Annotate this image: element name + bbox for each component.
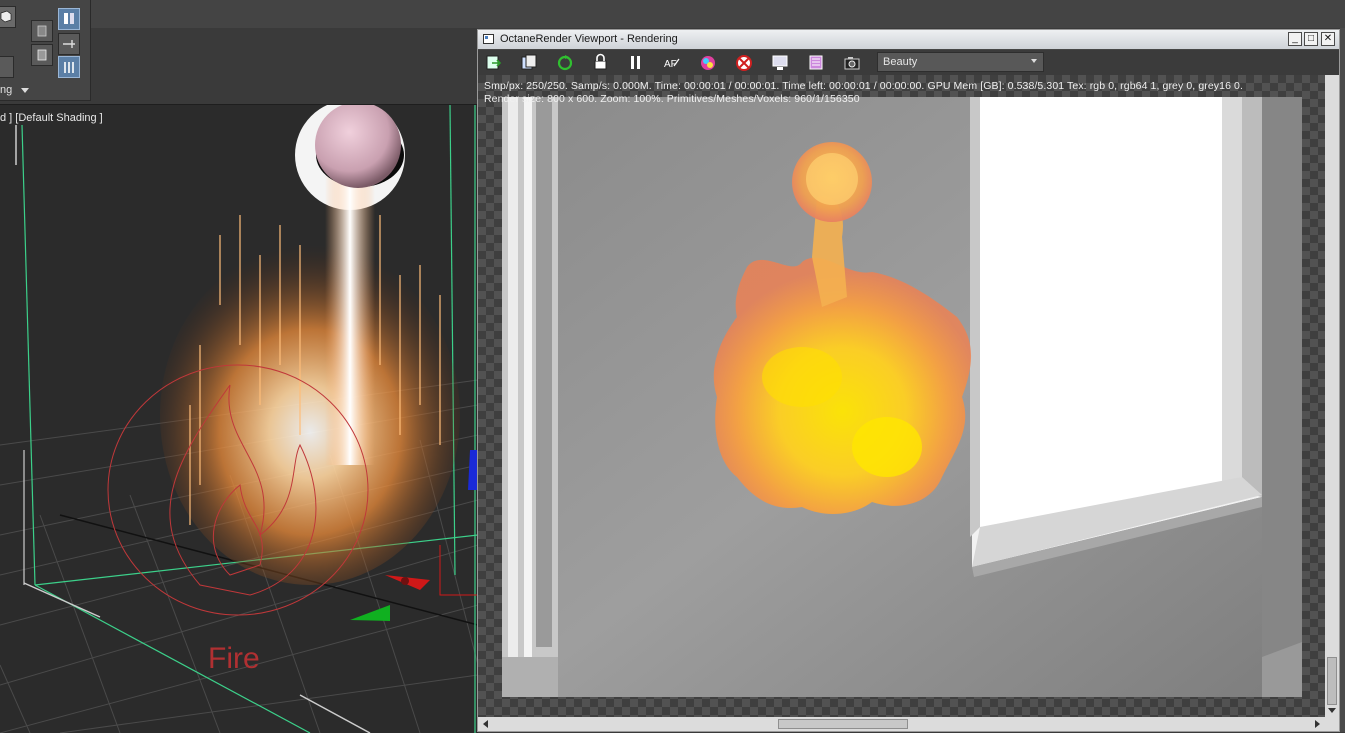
mirror-tool-button[interactable] xyxy=(31,20,53,42)
pause-render-button[interactable] xyxy=(626,53,646,72)
emitter-sphere xyxy=(315,105,401,188)
tool-button-2[interactable] xyxy=(0,56,14,78)
viewport-scene: Fire xyxy=(0,105,478,733)
color-picker-button[interactable] xyxy=(698,53,718,72)
left-door-frame xyxy=(502,97,558,697)
scroll-right-arrow-icon[interactable] xyxy=(1315,720,1320,728)
window-app-icon xyxy=(483,34,494,44)
max-right-edge xyxy=(1340,28,1345,732)
camera-button[interactable] xyxy=(842,53,862,72)
camera-icon xyxy=(844,57,860,70)
lock-render-button[interactable] xyxy=(591,53,611,72)
fire-gizmo-label: Fire xyxy=(208,642,260,675)
box-corner-bottom xyxy=(299,694,371,733)
maximize-icon: □ xyxy=(1307,33,1315,44)
minimize-icon: _ xyxy=(1292,33,1298,44)
maximize-button[interactable]: □ xyxy=(1304,32,1318,46)
vertical-scrollbar-thumb[interactable] xyxy=(1327,657,1337,705)
snap-toggle-button[interactable] xyxy=(58,8,80,30)
max-toolbar-panel: ng xyxy=(0,0,91,101)
chevron-down-icon xyxy=(1031,59,1037,63)
cube-tool-button[interactable] xyxy=(0,6,16,28)
render-pass-select[interactable]: Beauty xyxy=(877,52,1044,72)
clear-region-icon xyxy=(736,55,752,71)
restart-render-icon xyxy=(557,55,573,71)
lock-icon xyxy=(594,53,607,70)
octane-toolbar: AF Beauty xyxy=(478,50,1339,75)
auto-focus-button[interactable]: AF xyxy=(662,53,682,72)
chevron-down-icon xyxy=(21,87,30,93)
copy-to-clipboard-icon xyxy=(521,54,537,70)
render-stats-panel: Smp/px: 250/250. Samp/s: 0.000M. Time: 0… xyxy=(478,75,1325,107)
pin-icon xyxy=(63,40,75,48)
export-render-button[interactable] xyxy=(484,53,504,72)
clear-region-button[interactable] xyxy=(734,53,754,72)
shading-mode-label: ng xyxy=(0,84,13,96)
viewport-label[interactable]: d ] [Default Shading ] xyxy=(0,112,103,124)
restart-render-button[interactable] xyxy=(555,53,575,72)
window-titlebar[interactable]: OctaneRender Viewport - Rendering _ □ ✕ xyxy=(478,30,1339,49)
max-perspective-viewport[interactable]: Fire d ] [Default Shading ] xyxy=(0,104,478,733)
close-button[interactable]: ✕ xyxy=(1321,32,1335,46)
align-down-icon xyxy=(37,49,47,61)
rendered-image xyxy=(502,97,1302,697)
horizontal-scrollbar-thumb[interactable] xyxy=(778,719,908,729)
pause-icon xyxy=(631,56,640,69)
pin-tool-button[interactable] xyxy=(58,33,80,55)
snap-icon xyxy=(64,13,74,24)
render-stats-line-1: Smp/px: 250/250. Samp/s: 0.000M. Time: 0… xyxy=(484,80,1244,92)
y-axis-arrow xyxy=(350,605,390,621)
octane-viewport-window: OctaneRender Viewport - Rendering _ □ ✕ … xyxy=(477,29,1340,732)
render-pass-value: Beauty xyxy=(883,56,918,68)
film-region-icon xyxy=(809,55,823,70)
export-render-icon xyxy=(486,55,502,70)
align-up-icon xyxy=(37,25,47,37)
vertical-scrollbar[interactable] xyxy=(1325,75,1339,717)
window-title: OctaneRender Viewport - Rendering xyxy=(500,33,678,45)
max-main-toolbar-strip xyxy=(90,0,1345,28)
close-icon: ✕ xyxy=(1323,33,1333,44)
scroll-left-arrow-icon[interactable] xyxy=(483,720,488,728)
render-region-button[interactable] xyxy=(770,53,790,72)
shading-mode-dropdown[interactable]: ng xyxy=(0,84,30,96)
film-region-button[interactable] xyxy=(806,53,826,72)
spacing-tool-button[interactable] xyxy=(58,56,80,78)
auto-focus-icon: AF xyxy=(664,58,680,70)
minimize-button[interactable]: _ xyxy=(1288,32,1302,46)
render-stats-line-2: Render size: 800 x 600. Zoom: 100%. Prim… xyxy=(484,93,860,105)
render-region-icon xyxy=(772,55,788,70)
color-picker-icon xyxy=(701,56,715,70)
scroll-down-arrow-icon[interactable] xyxy=(1328,708,1336,713)
fire-volume-preview xyxy=(160,245,460,585)
horizontal-scrollbar[interactable] xyxy=(478,717,1339,731)
cube-icon xyxy=(0,10,12,23)
copy-to-clipboard-button[interactable] xyxy=(519,53,539,72)
spacing-icon xyxy=(64,62,74,73)
box-corner-left xyxy=(23,582,101,618)
render-canvas[interactable]: Smp/px: 250/250. Samp/s: 0.000M. Time: 0… xyxy=(478,75,1325,717)
align-tool-button[interactable] xyxy=(31,44,53,66)
